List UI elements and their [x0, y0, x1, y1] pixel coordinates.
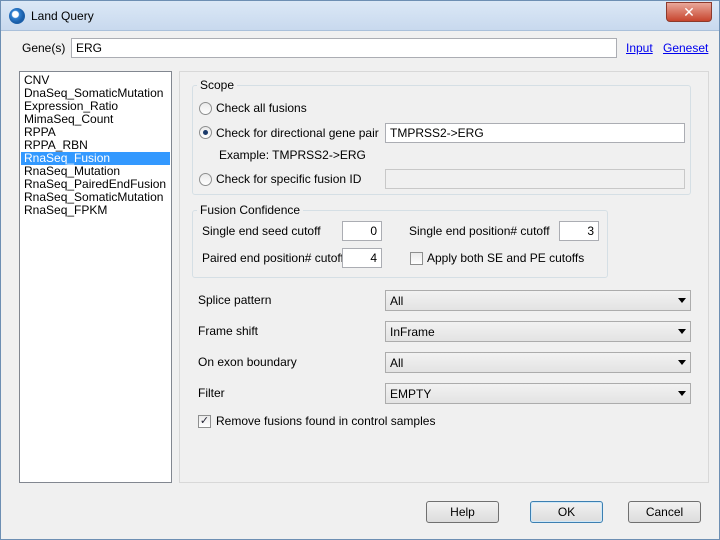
input-link[interactable]: Input [626, 41, 653, 55]
window-title: Land Query [31, 9, 94, 23]
se-pos-label: Single end position# cutoff [409, 224, 550, 238]
title-bar: Land Query ✕ [1, 1, 719, 31]
land-query-dialog: Land Query ✕ Gene(s) ERG Input Geneset C… [0, 0, 720, 540]
check-all-radio[interactable] [199, 102, 212, 115]
confidence-group [192, 210, 608, 278]
app-icon [9, 8, 25, 24]
scope-title: Scope [197, 78, 238, 92]
gene-label: Gene(s) [22, 41, 66, 55]
chevron-down-icon [678, 329, 686, 334]
frame-label: Frame shift [198, 324, 259, 338]
splice-label: Splice pattern [198, 293, 272, 307]
pe-pos-input[interactable]: 4 [342, 248, 382, 268]
cancel-button[interactable]: Cancel [628, 501, 701, 523]
geneset-link[interactable]: Geneset [663, 41, 708, 55]
close-button[interactable]: ✕ [666, 2, 712, 22]
exon-label: On exon boundary [198, 355, 297, 369]
list-item[interactable]: RnaSeq_FPKM [21, 204, 170, 217]
gene-input[interactable]: ERG [71, 38, 617, 58]
chevron-down-icon [678, 391, 686, 396]
directional-label: Check for directional gene pair [216, 126, 379, 140]
directional-input[interactable]: TMPRSS2->ERG [385, 123, 685, 143]
frame-select[interactable]: InFrame [385, 321, 691, 342]
dataset-list[interactable]: CNV DnaSeq_SomaticMutation Expression_Ra… [19, 71, 172, 483]
directional-radio[interactable] [199, 126, 212, 139]
splice-value: All [390, 294, 404, 308]
remove-label: Remove fusions found in control samples [216, 414, 436, 428]
example-text: Example: TMPRSS2->ERG [219, 148, 366, 162]
apply-both-checkbox[interactable] [410, 252, 423, 265]
filter-value: EMPTY [390, 387, 432, 401]
checkmark-icon: ✓ [199, 415, 210, 427]
ok-button[interactable]: OK [530, 501, 603, 523]
chevron-down-icon [678, 360, 686, 365]
check-all-label: Check all fusions [216, 101, 307, 115]
specific-label: Check for specific fusion ID [216, 172, 362, 186]
filter-label: Filter [198, 386, 225, 400]
se-seed-input[interactable]: 0 [342, 221, 382, 241]
exon-value: All [390, 356, 404, 370]
exon-select[interactable]: All [385, 352, 691, 373]
pe-pos-label: Paired end position# cutoff [202, 251, 344, 265]
filter-select[interactable]: EMPTY [385, 383, 691, 404]
se-pos-input[interactable]: 3 [559, 221, 599, 241]
chevron-down-icon [678, 298, 686, 303]
close-icon: ✕ [683, 4, 695, 20]
specific-input[interactable] [385, 169, 685, 189]
splice-select[interactable]: All [385, 290, 691, 311]
specific-radio[interactable] [199, 173, 212, 186]
frame-value: InFrame [390, 325, 435, 339]
apply-both-label: Apply both SE and PE cutoffs [427, 251, 585, 265]
remove-checkbox[interactable]: ✓ [198, 415, 211, 428]
confidence-title: Fusion Confidence [197, 203, 304, 217]
se-seed-label: Single end seed cutoff [202, 224, 321, 238]
help-button[interactable]: Help [426, 501, 499, 523]
